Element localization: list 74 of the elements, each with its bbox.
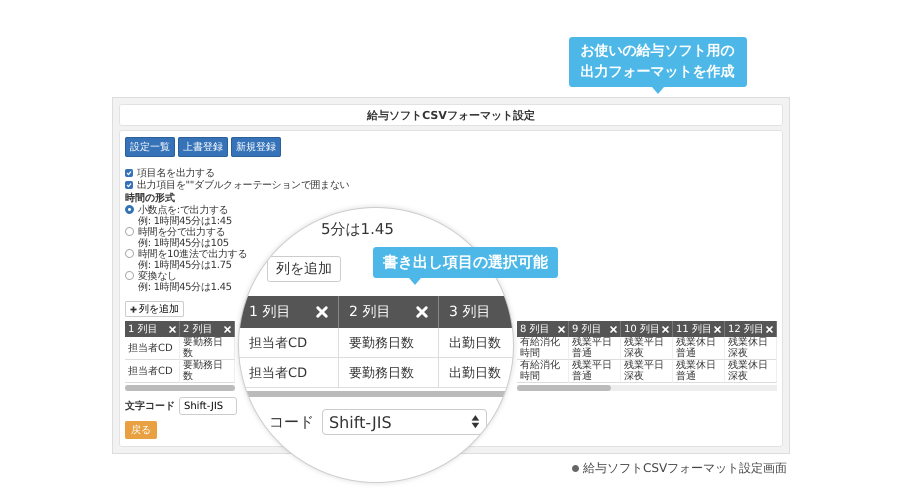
table-cell: 要勤務日数 bbox=[180, 360, 235, 383]
option-label: 変換なし bbox=[138, 271, 178, 282]
example-text: 例: 1時間45分は1.75 bbox=[138, 260, 233, 271]
table-cell: 出勤日数 bbox=[439, 328, 513, 358]
table-cell: 要勤務日数 bbox=[180, 337, 235, 360]
toolbar-button[interactable]: 上書登録 bbox=[178, 137, 228, 157]
toolbar-button[interactable]: 新規登録 bbox=[231, 137, 281, 157]
close-icon[interactable] bbox=[714, 326, 721, 332]
close-icon[interactable] bbox=[316, 306, 328, 318]
column-title: 1 列目 bbox=[128, 323, 158, 336]
column-title: 1 列目 bbox=[249, 303, 290, 321]
radio-button[interactable] bbox=[125, 205, 134, 214]
table-cell: 要勤務日数 bbox=[339, 358, 439, 388]
callout: 書き出し項目の選択可能 bbox=[373, 247, 558, 284]
column-title: 11 列目 bbox=[676, 323, 712, 336]
scrollbar[interactable] bbox=[125, 385, 235, 391]
radio-button[interactable] bbox=[125, 249, 134, 258]
table-cell: 担当者CD bbox=[125, 360, 180, 383]
table-cell: 有給消化時間 bbox=[517, 360, 569, 383]
add-column-button[interactable]: 列を追加 bbox=[267, 256, 341, 282]
encoding-select[interactable]: Shift-JIS bbox=[322, 409, 487, 435]
toolbar-button[interactable]: 設定一覧 bbox=[125, 137, 175, 157]
example-text: 5分は1.45 bbox=[321, 220, 395, 240]
column-title: 9 列目 bbox=[572, 323, 602, 336]
table-cell: 要勤務日数 bbox=[339, 328, 439, 358]
column-title: 12 列目 bbox=[728, 323, 764, 336]
table-cell: 残業休日深夜 bbox=[725, 360, 777, 383]
close-icon[interactable] bbox=[416, 306, 428, 318]
field-label: コード bbox=[269, 412, 314, 432]
option-label: 項目名を出力する bbox=[137, 166, 215, 180]
sort-arrows-icon bbox=[471, 414, 480, 430]
section-heading: 時間の形式 bbox=[125, 192, 176, 204]
example-text: 例: 1時間45分は1:45 bbox=[138, 216, 232, 227]
table-cell: 担当者CD bbox=[239, 358, 339, 388]
close-icon[interactable] bbox=[766, 326, 773, 332]
checkbox[interactable] bbox=[125, 181, 133, 189]
column-title: 2 列目 bbox=[349, 303, 390, 321]
option-label: 時間を10進法で出力する bbox=[138, 249, 248, 260]
close-icon[interactable] bbox=[224, 326, 231, 332]
column-title: 2 列目 bbox=[183, 323, 213, 336]
example-text: 例: 1時間45分は1.45 bbox=[138, 282, 232, 293]
encoding-select[interactable]: Shift-JIS bbox=[179, 397, 237, 415]
table-cell: 残業平日深夜 bbox=[621, 337, 673, 360]
column-title: 3 列目 bbox=[449, 303, 490, 321]
close-icon[interactable] bbox=[169, 326, 176, 332]
close-icon[interactable] bbox=[610, 326, 617, 332]
table-cell: 担当者CD bbox=[239, 328, 339, 358]
option-label: 小数点を:で出力する bbox=[138, 205, 230, 216]
table-cell: 有給消化時間 bbox=[517, 337, 569, 360]
radio-button[interactable] bbox=[125, 271, 134, 280]
caption: 給与ソフトCSVフォーマット設定画面 bbox=[583, 460, 788, 477]
table-cell: 残業平日深夜 bbox=[621, 360, 673, 383]
option-label: 出力項目を""ダブルクォーテーションで囲まない bbox=[137, 178, 350, 192]
plus-icon bbox=[130, 306, 137, 312]
table-cell: 出勤日数 bbox=[439, 358, 513, 388]
close-icon[interactable] bbox=[662, 326, 669, 332]
example-text: 例: 1時間45分は105 bbox=[138, 238, 229, 249]
option-label: 時間を分で出力する bbox=[138, 227, 226, 238]
table-cell: 残業平日普通 bbox=[569, 360, 621, 383]
bullet-icon bbox=[572, 465, 579, 472]
column-title: 8 列目 bbox=[520, 323, 550, 336]
table-cell: 残業平日普通 bbox=[569, 337, 621, 360]
close-icon[interactable] bbox=[558, 326, 565, 332]
checkbox[interactable] bbox=[125, 169, 133, 177]
field-label: 文字コード bbox=[125, 399, 175, 413]
column-title: 10 列目 bbox=[624, 323, 660, 336]
table-cell: 残業休日普通 bbox=[673, 337, 725, 360]
table-cell: 残業休日普通 bbox=[673, 360, 725, 383]
table-cell: 担当者CD bbox=[125, 337, 180, 360]
table-cell: 残業休日深夜 bbox=[725, 337, 777, 360]
window-title: 給与ソフトCSVフォーマット設定 bbox=[119, 104, 783, 126]
radio-button[interactable] bbox=[125, 227, 134, 236]
add-column-button[interactable]: 列を追加 bbox=[125, 301, 184, 317]
scrollbar[interactable] bbox=[517, 385, 777, 391]
